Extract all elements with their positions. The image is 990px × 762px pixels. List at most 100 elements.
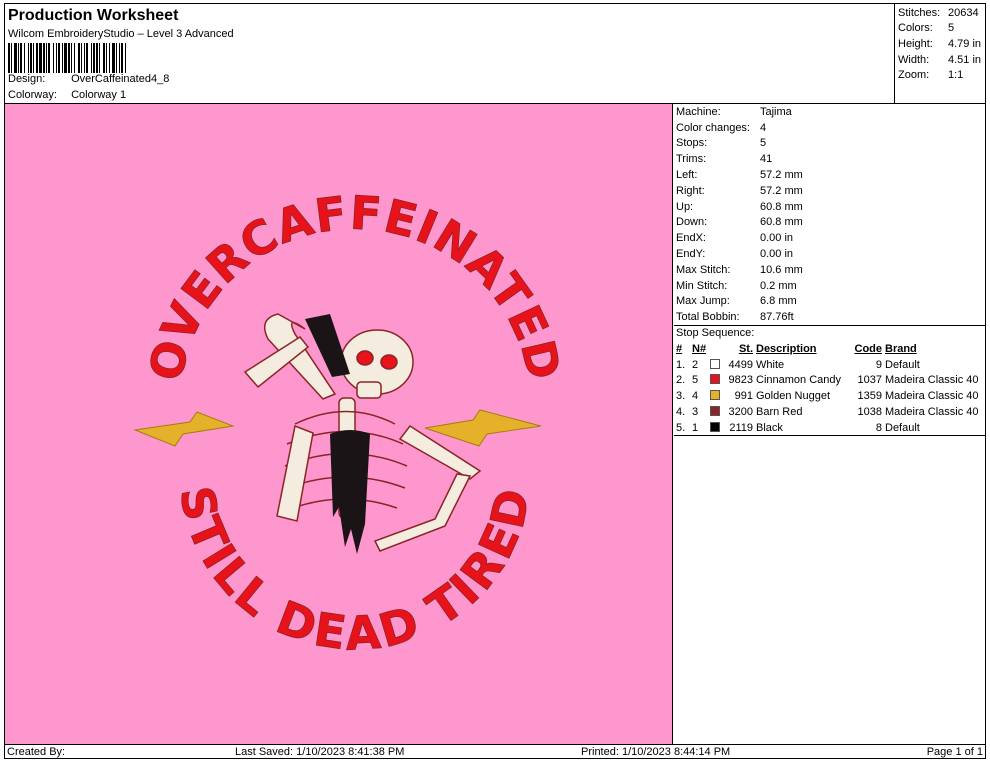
- row-code: 1038: [857, 406, 882, 419]
- property-value: 57.2 mm: [760, 184, 803, 197]
- property-label: Up:: [676, 200, 694, 213]
- row-description: White: [756, 358, 785, 371]
- col-swatch: [710, 341, 724, 357]
- property-row: Trims: 41: [676, 151, 986, 167]
- stat-value: 5: [948, 22, 955, 35]
- right-lightning-icon: [424, 409, 542, 447]
- property-label: Trims:: [676, 153, 707, 166]
- stop-sequence-caption: Stop Sequence:: [676, 327, 755, 339]
- stat-value: 4.51 in: [948, 53, 982, 66]
- stat-value: 1:1: [948, 69, 964, 82]
- property-value: 6.8 mm: [760, 295, 797, 308]
- row-brand: Madeira Classic 40: [885, 406, 979, 419]
- created-by: Created By:: [7, 746, 66, 758]
- stat-label: Colors:: [898, 22, 933, 35]
- col-code: Code: [854, 342, 883, 355]
- color-swatch: [710, 388, 724, 404]
- property-row: Stops: 5: [676, 136, 986, 152]
- col-stitches: St.: [738, 342, 753, 355]
- row-n: 1: [692, 421, 699, 434]
- stat-label: Width:: [898, 53, 930, 66]
- table-row: 1. 2 4499 White 9 Default: [676, 357, 979, 373]
- property-row: Max Stitch: 10.6 mm: [676, 262, 986, 278]
- design-row: Design: OverCaffeinated4_8: [8, 73, 169, 85]
- stat-row: Colors: 5: [898, 21, 986, 37]
- property-row: Color changes: 4: [676, 120, 986, 136]
- row-n: 4: [692, 390, 699, 403]
- row-brand: Default: [885, 421, 920, 434]
- row-stitches: 2119: [729, 421, 753, 434]
- property-label: Total Bobbin:: [676, 311, 740, 324]
- property-label: EndY:: [676, 248, 706, 261]
- stat-row: Height: 4.79 in: [898, 36, 986, 52]
- property-row: Right: 57.2 mm: [676, 183, 986, 199]
- stat-label: Zoom:: [898, 69, 930, 82]
- col-description: Description: [756, 342, 817, 355]
- last-saved: Last Saved: 1/10/2023 8:41:38 PM: [235, 746, 405, 758]
- table-row: 2. 5 9823 Cinnamon Candy 1037 Madeira Classic…: [676, 373, 979, 389]
- color-swatch: [710, 373, 724, 389]
- property-label: Color changes:: [676, 121, 750, 134]
- property-label: Max Stitch:: [676, 263, 731, 276]
- stat-value: 4.79 in: [948, 37, 982, 50]
- color-swatch: [710, 404, 724, 420]
- property-row: Machine: Tajima: [676, 104, 986, 120]
- row-description: Cinnamon Candy: [756, 374, 841, 387]
- left-lightning-icon: [133, 411, 235, 447]
- worksheet-footer: Created By: Last Saved: 1/10/2023 8:41:3…: [4, 744, 986, 759]
- machine-properties: Machine: Tajima Color changes: 4 Stops: 5 Trim…: [674, 104, 986, 325]
- property-value: 0.2 mm: [760, 279, 797, 292]
- stat-row: Zoom: 1:1: [898, 67, 986, 83]
- design-value: OverCaffeinated4_8: [71, 73, 170, 85]
- col-brand: Brand: [885, 342, 917, 355]
- property-row: Up: 60.8 mm: [676, 199, 986, 215]
- property-value: 41: [760, 153, 773, 166]
- barcode: [8, 43, 260, 73]
- row-brand: Madeira Classic 40: [885, 390, 979, 403]
- table-row: 4. 3 3200 Barn Red 1038 Madeira Classic 40: [676, 404, 979, 420]
- col-num: #: [676, 342, 683, 355]
- page-number: Page 1 of 1: [926, 746, 983, 758]
- property-label: Down:: [676, 216, 708, 229]
- table-row: 3. 4 991 Golden Nugget 1359 Madeira Classic 4…: [676, 388, 979, 404]
- row-description: Golden Nugget: [756, 390, 830, 403]
- property-label: Left:: [676, 169, 698, 182]
- row-n: 2: [692, 358, 699, 371]
- row-description: Black: [756, 421, 783, 434]
- row-brand: Default: [885, 358, 920, 371]
- colorway-value: Colorway 1: [71, 89, 127, 101]
- property-label: Max Jump:: [676, 295, 730, 308]
- colorway-row: Colorway: Colorway 1: [8, 89, 126, 101]
- row-code: 9: [875, 358, 882, 371]
- colorway-label: Colorway:: [8, 89, 57, 101]
- stat-label: Height:: [898, 37, 933, 50]
- property-row: EndX: 0.00 in: [676, 230, 986, 246]
- design-label: Design:: [8, 73, 46, 85]
- row-code: 1037: [857, 374, 882, 387]
- property-value: 10.6 mm: [760, 263, 803, 276]
- property-row: Min Stitch: 0.2 mm: [676, 278, 986, 294]
- property-value: 60.8 mm: [760, 216, 803, 229]
- row-num: 1.: [676, 358, 686, 371]
- stop-sequence: Stop Sequence: # N# St. Description Code…: [674, 325, 986, 436]
- color-swatch: [710, 420, 724, 436]
- table-header-row: # N# St. Description Code Brand: [676, 341, 979, 357]
- row-code: 8: [875, 421, 882, 434]
- software-name: Wilcom EmbroideryStudio – Level 3 Advanc…: [8, 28, 234, 40]
- property-label: EndX:: [676, 232, 706, 245]
- stat-row: Stitches: 20634: [898, 5, 986, 21]
- property-value: Tajima: [760, 105, 792, 118]
- row-n: 3: [692, 406, 699, 419]
- property-row: Total Bobbin: 87.76ft: [676, 309, 986, 325]
- stat-value: 20634: [948, 6, 979, 19]
- barcode-bar: [126, 43, 129, 73]
- property-value: 87.76ft: [760, 311, 794, 324]
- property-value: 5: [760, 137, 767, 150]
- row-num: 4.: [676, 406, 686, 419]
- row-stitches: 991: [734, 390, 753, 403]
- row-description: Barn Red: [756, 406, 803, 419]
- row-num: 2.: [676, 374, 686, 387]
- property-row: Left: 57.2 mm: [676, 167, 986, 183]
- col-n: N#: [692, 342, 707, 355]
- property-label: Machine:: [676, 105, 721, 118]
